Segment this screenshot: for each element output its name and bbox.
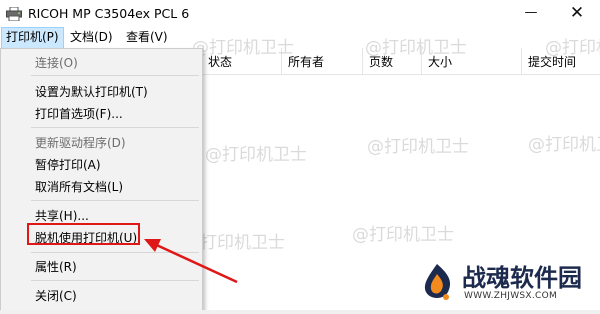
logo-url: WWW.ZHJWSX.COM [464, 291, 558, 301]
logo-title: 战魂软件园 [462, 264, 582, 292]
logo-mark-icon [424, 264, 451, 300]
site-logo: 战魂软件园 WWW.ZHJWSX.COM [418, 258, 594, 308]
status-bar [0, 310, 600, 314]
